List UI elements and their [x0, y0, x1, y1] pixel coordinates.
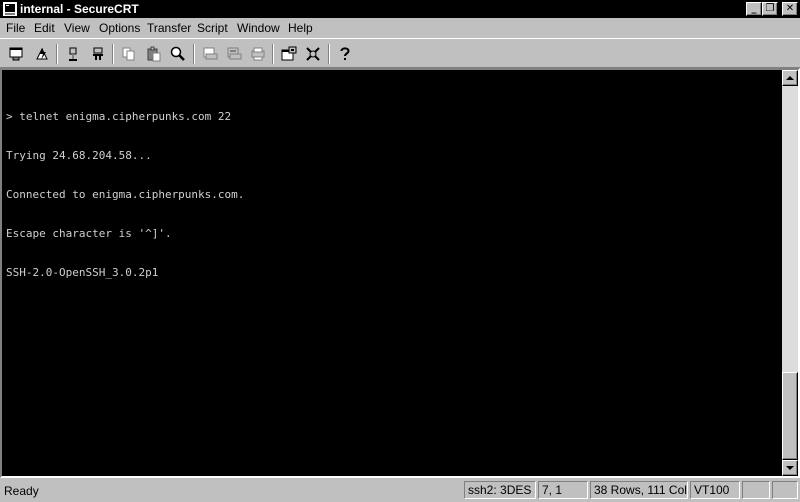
menu-script[interactable]: Script — [197, 21, 228, 36]
scroll-up-button[interactable] — [782, 70, 798, 86]
terminal-line: SSH-2.0-OpenSSH_3.0.2p1 — [6, 266, 159, 279]
global-options-icon — [306, 47, 320, 61]
terminal-line: Connected to enigma.cipherpunks.com. — [6, 188, 245, 201]
disconnect-icon — [93, 47, 103, 60]
status-emulation: VT100 — [690, 481, 740, 499]
global-options-button[interactable] — [302, 43, 324, 65]
quick-connect-button[interactable] — [31, 43, 53, 65]
terminal-output: > telnet enigma.cipherpunks.com 22 Tryin… — [6, 84, 244, 305]
menu-transfer[interactable]: Transfer — [147, 21, 191, 36]
restore-icon: ❐ — [765, 3, 775, 14]
copy-button[interactable] — [118, 43, 140, 65]
status-cipher: ssh2: 3DES — [464, 481, 536, 499]
terminal-line: Escape character is '^]'. — [6, 227, 172, 240]
toolbar-separator — [193, 44, 195, 64]
help-icon — [340, 47, 350, 60]
terminal-line: > telnet enigma.cipherpunks.com 22 — [6, 110, 232, 123]
print-selection-icon — [227, 47, 242, 60]
securecrt-window: internal - SecureCRT _ ❐ ✕ File Edit Vie… — [0, 0, 800, 502]
find-icon — [170, 46, 185, 61]
scroll-thumb[interactable] — [782, 372, 798, 460]
print-button[interactable] — [199, 43, 221, 65]
toolbar-separator — [272, 44, 274, 64]
status-panel-empty — [742, 481, 770, 499]
connect-button[interactable] — [6, 43, 28, 65]
print-setup-button[interactable] — [247, 43, 269, 65]
scroll-down-button[interactable] — [782, 460, 798, 476]
toolbar-separator — [328, 44, 330, 64]
menu-file[interactable]: File — [6, 21, 25, 36]
terminal-line: Trying 24.68.204.58... — [6, 149, 152, 162]
print-selection-button[interactable] — [223, 43, 245, 65]
close-button[interactable]: ✕ — [782, 2, 798, 16]
menu-view[interactable]: View — [64, 21, 90, 36]
minimize-icon: _ — [751, 3, 757, 14]
status-ready-text: Ready — [4, 484, 39, 498]
status-terminal-size: 38 Rows, 111 Cols — [590, 481, 688, 499]
paste-icon — [147, 46, 161, 62]
status-panel-empty — [772, 481, 798, 499]
disconnect-button[interactable] — [87, 43, 109, 65]
status-cursor-position: 7, 1 — [538, 481, 588, 499]
connect-tab-icon — [69, 47, 77, 61]
session-options-icon — [281, 46, 297, 61]
toolbar — [0, 38, 800, 68]
help-button[interactable] — [334, 43, 356, 65]
minimize-button[interactable]: _ — [746, 2, 762, 16]
menu-options[interactable]: Options — [99, 21, 140, 36]
window-title: internal - SecureCRT — [20, 2, 139, 16]
menu-edit[interactable]: Edit — [34, 21, 55, 36]
session-options-button[interactable] — [278, 43, 300, 65]
print-setup-icon — [251, 47, 265, 61]
menu-window[interactable]: Window — [237, 21, 280, 36]
connect-tab-button[interactable] — [62, 43, 84, 65]
menu-bar: File Edit View Options Transfer Script W… — [0, 18, 800, 38]
print-icon — [203, 47, 218, 60]
copy-icon — [122, 47, 135, 61]
arrow-up-icon — [786, 76, 794, 80]
connect-icon — [9, 47, 23, 61]
close-icon: ✕ — [785, 3, 795, 14]
arrow-down-icon — [786, 466, 794, 470]
vertical-scrollbar[interactable] — [782, 70, 798, 476]
paste-button[interactable] — [143, 43, 165, 65]
status-bar: Ready ssh2: 3DES 7, 1 38 Rows, 111 Cols … — [0, 480, 800, 502]
terminal-view[interactable]: > telnet enigma.cipherpunks.com 22 Tryin… — [2, 70, 782, 476]
quick-connect-icon — [36, 47, 48, 60]
toolbar-separator — [56, 44, 58, 64]
menu-help[interactable]: Help — [288, 21, 313, 36]
toolbar-separator — [112, 44, 114, 64]
app-terminal-icon — [3, 2, 17, 16]
title-bar[interactable]: internal - SecureCRT _ ❐ ✕ — [0, 0, 800, 18]
find-button[interactable] — [167, 43, 189, 65]
maximize-button[interactable]: ❐ — [762, 2, 778, 16]
